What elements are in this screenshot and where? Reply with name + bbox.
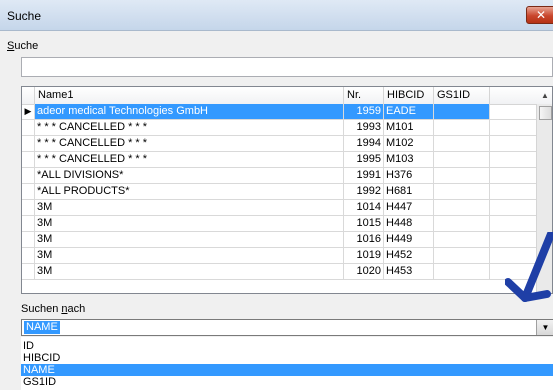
row-indicator <box>22 232 35 247</box>
scrollbar-thumb[interactable] <box>539 106 552 120</box>
cell-gs1id <box>434 200 490 215</box>
cell-name: * * * CANCELLED * * * <box>35 136 344 151</box>
row-indicator <box>22 200 35 215</box>
cell-name: 3M <box>35 248 344 263</box>
cell-nr: 1992 <box>344 184 384 199</box>
cell-hibcid: M102 <box>384 136 434 151</box>
table-row[interactable]: * * * CANCELLED * * * 1993 M101 <box>22 120 538 136</box>
dropdown-option-hibcid[interactable]: HIBCID <box>21 352 553 364</box>
cell-nr: 1959 <box>344 104 384 119</box>
table-row[interactable]: *ALL DIVISIONS* 1991 H376 <box>22 168 538 184</box>
cell-gs1id <box>434 232 490 247</box>
title-bar: Suche ✕ <box>0 0 553 31</box>
cell-gs1id <box>434 136 490 151</box>
cell-hibcid: H452 <box>384 248 434 263</box>
column-header-gs1id[interactable]: GS1ID <box>434 87 490 104</box>
dropdown-option-name[interactable]: NAME <box>21 364 553 376</box>
cell-name: 3M <box>35 216 344 231</box>
row-indicator <box>22 136 35 151</box>
table-row[interactable]: 3M 1019 H452 <box>22 248 538 264</box>
cell-hibcid: H447 <box>384 200 434 215</box>
table-row[interactable]: 3M 1014 H447 <box>22 200 538 216</box>
cell-gs1id <box>434 120 490 135</box>
grid-header: Name1 Nr. HIBCID GS1ID ▲ <box>22 87 552 105</box>
chevron-down-icon: ▼ <box>541 323 550 332</box>
cell-gs1id <box>434 104 490 119</box>
row-indicator <box>22 168 35 183</box>
cell-hibcid: M103 <box>384 152 434 167</box>
dropdown-option-id[interactable]: ID <box>21 340 553 352</box>
cell-gs1id <box>434 152 490 167</box>
cell-nr: 1020 <box>344 264 384 279</box>
cell-hibcid: H448 <box>384 216 434 231</box>
cell-name: 3M <box>35 232 344 247</box>
cell-name: adeor medical Technologies GmbH <box>35 104 344 119</box>
dropdown-button[interactable]: ▼ <box>536 320 553 335</box>
close-button[interactable]: ✕ <box>526 6 553 24</box>
cell-nr: 1994 <box>344 136 384 151</box>
row-indicator <box>22 120 35 135</box>
table-row[interactable]: * * * CANCELLED * * * 1995 M103 <box>22 152 538 168</box>
row-indicator <box>22 152 35 167</box>
column-header-nr[interactable]: Nr. <box>344 87 384 104</box>
annotation-arrow-icon <box>505 232 553 302</box>
cell-nr: 1016 <box>344 232 384 247</box>
cell-name: *ALL DIVISIONS* <box>35 168 344 183</box>
table-row[interactable]: *ALL PRODUCTS* 1992 H681 <box>22 184 538 200</box>
cell-gs1id <box>434 216 490 231</box>
table-row[interactable]: * * * CANCELLED * * * 1994 M102 <box>22 136 538 152</box>
row-indicator <box>22 184 35 199</box>
cell-nr: 1995 <box>344 152 384 167</box>
results-grid[interactable]: Name1 Nr. HIBCID GS1ID ▲ ▶ adeor medical… <box>21 86 553 294</box>
row-indicator <box>22 216 35 231</box>
search-by-select[interactable]: NAME ▼ <box>21 319 553 336</box>
cell-hibcid: EADE <box>384 104 434 119</box>
search-by-dropdown-list: ID HIBCID NAME GS1ID <box>21 337 553 390</box>
cell-nr: 1014 <box>344 200 384 215</box>
column-header-hibcid[interactable]: HIBCID <box>384 87 434 104</box>
cell-gs1id <box>434 168 490 183</box>
cell-nr: 1991 <box>344 168 384 183</box>
cell-nr: 1993 <box>344 120 384 135</box>
cell-hibcid: H681 <box>384 184 434 199</box>
cell-nr: 1015 <box>344 216 384 231</box>
search-label: Suche <box>7 40 39 52</box>
cell-hibcid: M101 <box>384 120 434 135</box>
table-row[interactable]: ▶ adeor medical Technologies GmbH 1959 E… <box>22 104 538 120</box>
row-indicator-icon: ▶ <box>22 104 35 119</box>
table-row[interactable]: 3M 1016 H449 <box>22 232 538 248</box>
table-row[interactable]: 3M 1015 H448 <box>22 216 538 232</box>
table-row[interactable]: 3M 1020 H453 <box>22 264 538 280</box>
scroll-up-icon[interactable]: ▲ <box>536 87 552 104</box>
cell-name: * * * CANCELLED * * * <box>35 120 344 135</box>
cell-gs1id <box>434 248 490 263</box>
window-title: Suche <box>7 9 42 23</box>
cell-hibcid: H453 <box>384 264 434 279</box>
close-icon: ✕ <box>535 8 547 22</box>
row-indicator <box>22 264 35 279</box>
dropdown-option-gs1id[interactable]: GS1ID <box>21 376 553 388</box>
cell-name: 3M <box>35 200 344 215</box>
column-header-name1[interactable]: Name1 <box>35 87 344 104</box>
cell-name: * * * CANCELLED * * * <box>35 152 344 167</box>
cell-hibcid: H449 <box>384 232 434 247</box>
cell-gs1id <box>434 264 490 279</box>
cell-gs1id <box>434 184 490 199</box>
row-indicator <box>22 248 35 263</box>
cell-name: *ALL PRODUCTS* <box>35 184 344 199</box>
search-by-selected-value: NAME <box>24 321 60 334</box>
cell-nr: 1019 <box>344 248 384 263</box>
cell-name: 3M <box>35 264 344 279</box>
cell-hibcid: H376 <box>384 168 434 183</box>
row-indicator-header <box>22 87 35 104</box>
search-by-label: Suchen nach <box>21 303 86 315</box>
search-input[interactable] <box>21 57 553 77</box>
